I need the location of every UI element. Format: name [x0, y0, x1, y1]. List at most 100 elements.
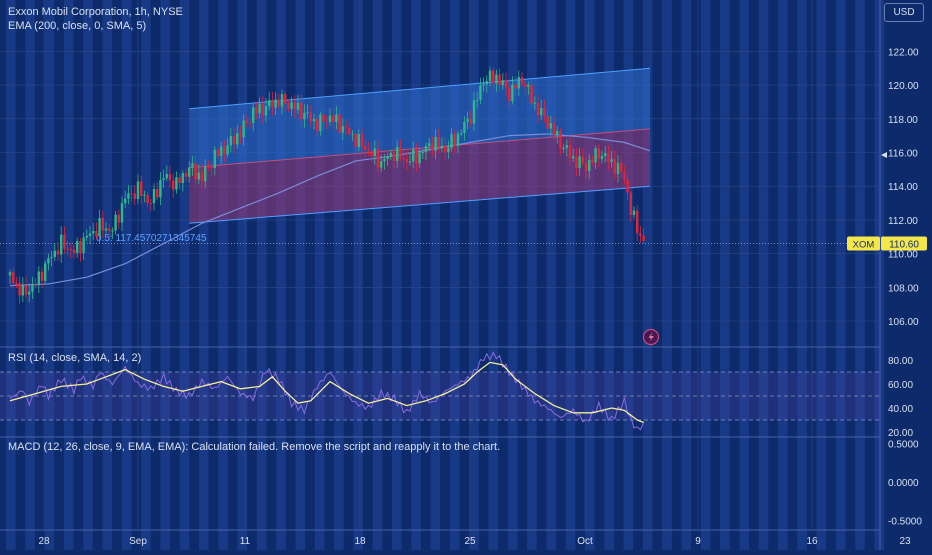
candle-body[interactable] — [492, 70, 495, 84]
candle-body[interactable] — [632, 210, 636, 215]
candle-body[interactable] — [92, 231, 95, 234]
candle-body[interactable] — [431, 143, 434, 151]
candle-body[interactable] — [591, 159, 594, 163]
candle-body[interactable] — [460, 133, 463, 135]
candle-body[interactable] — [156, 189, 159, 198]
candle-body[interactable] — [556, 130, 559, 136]
candle-body[interactable] — [242, 120, 245, 138]
candle-body[interactable] — [386, 156, 389, 160]
candle-body[interactable] — [133, 193, 136, 200]
candle-body[interactable] — [360, 134, 364, 147]
candle-body[interactable] — [642, 235, 645, 241]
candle-body[interactable] — [306, 112, 309, 114]
candle-body[interactable] — [476, 99, 479, 101]
candle-body[interactable] — [63, 234, 66, 249]
candle-body[interactable] — [636, 210, 639, 234]
candle-body[interactable] — [274, 99, 277, 108]
candle-body[interactable] — [380, 161, 383, 168]
candle-body[interactable] — [549, 123, 552, 129]
candle-body[interactable] — [520, 77, 524, 84]
candle-body[interactable] — [159, 180, 162, 198]
candle-body[interactable] — [325, 121, 328, 123]
candle-body[interactable] — [284, 94, 287, 104]
candle-body[interactable] — [245, 120, 248, 123]
candle-body[interactable] — [399, 146, 402, 159]
candle-body[interactable] — [165, 174, 168, 179]
candle-body[interactable] — [271, 100, 274, 108]
candle-body[interactable] — [280, 94, 284, 107]
candle-body[interactable] — [226, 145, 229, 155]
candle-body[interactable] — [351, 133, 354, 135]
candle-body[interactable] — [533, 102, 536, 104]
candle-body[interactable] — [447, 147, 450, 153]
candle-body[interactable] — [8, 272, 12, 276]
candle-body[interactable] — [322, 114, 325, 122]
candle-body[interactable] — [69, 249, 72, 251]
candle-body[interactable] — [559, 130, 562, 149]
candle-body[interactable] — [536, 102, 540, 116]
candle-body[interactable] — [514, 84, 517, 89]
candle-body[interactable] — [469, 118, 472, 124]
candle-body[interactable] — [66, 248, 69, 250]
candle-body[interactable] — [127, 193, 130, 199]
candle-body[interactable] — [181, 173, 184, 184]
candle-body[interactable] — [437, 136, 440, 148]
candle-body[interactable] — [424, 145, 428, 152]
candle-body[interactable] — [31, 284, 34, 292]
candle-body[interactable] — [178, 177, 181, 184]
candle-body[interactable] — [463, 121, 466, 134]
candle-body[interactable] — [47, 258, 50, 264]
candle-body[interactable] — [428, 143, 431, 146]
candle-body[interactable] — [258, 103, 261, 114]
candle-body[interactable] — [239, 133, 242, 138]
candle-body[interactable] — [623, 171, 626, 180]
candle-body[interactable] — [114, 214, 117, 231]
candle-body[interactable] — [152, 189, 156, 204]
candle-body[interactable] — [412, 149, 415, 162]
candle-body[interactable] — [213, 149, 216, 168]
candle-body[interactable] — [98, 217, 101, 237]
candle-body[interactable] — [124, 198, 127, 204]
candle-body[interactable] — [111, 230, 114, 232]
candle-body[interactable] — [88, 233, 92, 236]
candle-body[interactable] — [44, 263, 47, 281]
candle-body[interactable] — [396, 146, 399, 161]
candle-body[interactable] — [316, 118, 319, 132]
candle-body[interactable] — [191, 163, 194, 168]
candle-body[interactable] — [607, 153, 610, 163]
candle-body[interactable] — [37, 271, 40, 286]
candle-body[interactable] — [332, 115, 335, 122]
candle-body[interactable] — [415, 149, 418, 164]
candle-body[interactable] — [594, 148, 597, 163]
candle-body[interactable] — [456, 133, 460, 146]
candle-body[interactable] — [168, 174, 172, 181]
candle-body[interactable] — [79, 241, 82, 254]
candle-body[interactable] — [312, 118, 316, 122]
candle-body[interactable] — [357, 134, 360, 148]
candle-body[interactable] — [597, 148, 600, 159]
candle-body[interactable] — [498, 74, 501, 86]
candle-body[interactable] — [21, 285, 24, 296]
candle-body[interactable] — [255, 107, 258, 114]
candle-body[interactable] — [82, 237, 85, 254]
candle-body[interactable] — [223, 146, 226, 155]
candle-body[interactable] — [210, 167, 213, 169]
candle-body[interactable] — [268, 100, 271, 107]
candle-body[interactable] — [216, 149, 220, 156]
candle-body[interactable] — [600, 156, 604, 159]
candle-body[interactable] — [383, 159, 386, 162]
candle-body[interactable] — [364, 146, 367, 150]
candle-body[interactable] — [354, 133, 357, 148]
candle-body[interactable] — [348, 127, 351, 134]
candle-body[interactable] — [309, 112, 312, 122]
candle-body[interactable] — [367, 149, 370, 151]
candle-body[interactable] — [232, 136, 236, 145]
candle-body[interactable] — [120, 203, 124, 223]
candle-body[interactable] — [408, 161, 412, 163]
candle-body[interactable] — [252, 107, 255, 123]
candle-body[interactable] — [248, 122, 252, 124]
candle-body[interactable] — [60, 234, 63, 255]
candle-body[interactable] — [546, 116, 549, 129]
candle-body[interactable] — [194, 163, 197, 180]
candle-body[interactable] — [18, 283, 21, 296]
